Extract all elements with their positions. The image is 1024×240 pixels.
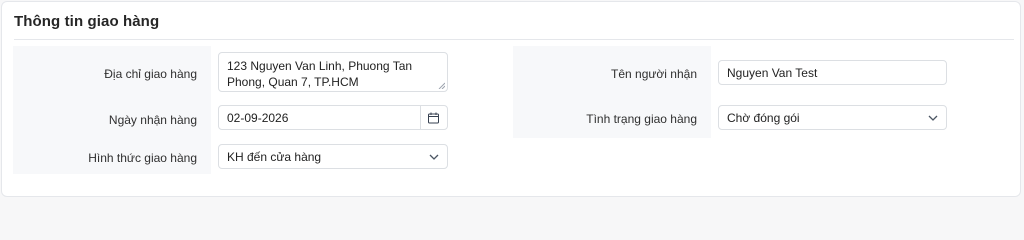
- recipient-input[interactable]: Nguyen Van Test: [718, 60, 947, 85]
- delivery-method-select[interactable]: KH đến cửa hàng: [218, 144, 448, 169]
- section-title: Thông tin giao hàng: [14, 13, 160, 30]
- resize-grip-icon[interactable]: [438, 82, 445, 89]
- recipient-label: Tên người nhận: [611, 67, 697, 81]
- delivery-date-value: 02-09-2026: [227, 110, 289, 125]
- address-label: Địa chỉ giao hàng: [104, 67, 197, 81]
- delivery-date-label: Ngày nhận hàng: [108, 113, 197, 127]
- status-value: Chờ đóng gói: [727, 110, 800, 125]
- delivery-info-card: Thông tin giao hàng Địa chỉ giao hàng 12…: [1, 1, 1021, 197]
- calendar-icon[interactable]: [428, 112, 439, 123]
- status-label: Tình trạng giao hàng: [586, 112, 697, 126]
- address-textarea[interactable]: 123 Nguyen Van Linh, Phuong Tan Phong, Q…: [218, 52, 448, 92]
- status-select[interactable]: Chờ đóng gói: [718, 105, 947, 130]
- date-divider: [420, 106, 421, 129]
- title-divider: [14, 39, 1014, 40]
- delivery-method-label: Hình thức giao hàng: [88, 151, 197, 165]
- chevron-down-icon: [928, 115, 938, 121]
- delivery-method-value: KH đến cửa hàng: [227, 149, 322, 164]
- recipient-value: Nguyen Van Test: [727, 65, 818, 80]
- address-value: 123 Nguyen Van Linh, Phuong Tan Phong, Q…: [227, 59, 413, 89]
- delivery-date-input[interactable]: 02-09-2026: [218, 105, 448, 130]
- chevron-down-icon: [429, 154, 439, 160]
